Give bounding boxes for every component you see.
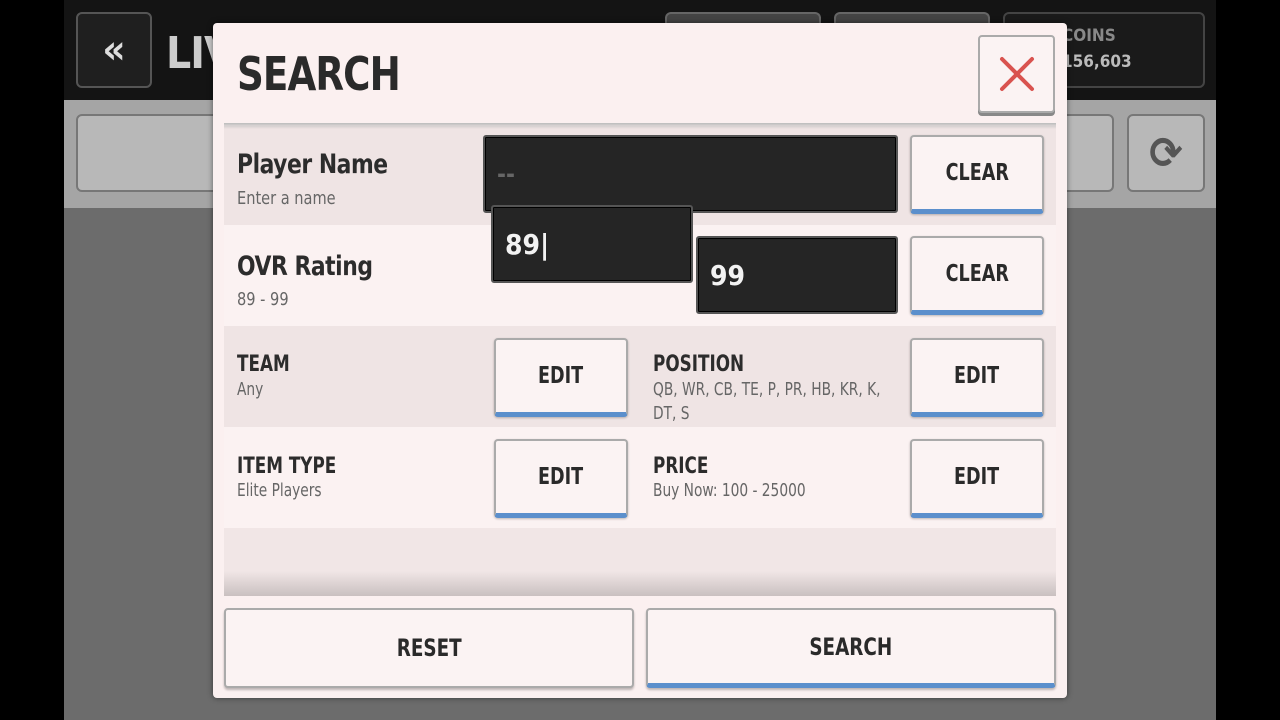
ovr-max-input[interactable]: 99	[696, 236, 898, 314]
ovr-rating-range: 89 - 99	[237, 289, 289, 310]
ovr-min-input[interactable]: 89|	[491, 205, 693, 283]
divider	[224, 571, 1056, 596]
filter-button[interactable]	[1060, 114, 1114, 192]
filter-button[interactable]	[76, 114, 226, 192]
player-name-hint: Enter a name	[237, 188, 336, 209]
clear-player-name-button[interactable]: CLEAR	[910, 135, 1044, 214]
refresh-button[interactable]: ⟳	[1127, 114, 1205, 192]
price-value: Buy Now: 100 - 25000	[653, 480, 806, 501]
divider	[224, 123, 1056, 129]
close-icon	[999, 57, 1034, 91]
edit-position-button[interactable]: EDIT	[910, 338, 1044, 417]
price-label: PRICE	[653, 454, 709, 479]
item-type-label: ITEM TYPE	[237, 454, 337, 479]
double-chevron-left-icon: «	[102, 27, 126, 73]
coins-label: COINS	[1062, 26, 1116, 46]
ovr-rating-label: OVR Rating	[237, 251, 373, 282]
player-name-label: Player Name	[237, 149, 388, 180]
reset-button[interactable]: RESET	[224, 608, 634, 688]
clear-ovr-rating-button[interactable]: CLEAR	[910, 236, 1044, 315]
edit-team-button[interactable]: EDIT	[494, 338, 628, 417]
dialog-title: SEARCH	[237, 47, 401, 101]
close-button[interactable]	[978, 35, 1055, 113]
position-value: QB, WR, CB, TE, P, PR, HB, KR, K, DT, S	[653, 379, 881, 424]
coins-value: 156,603	[1062, 52, 1132, 72]
edit-item-type-button[interactable]: EDIT	[494, 439, 628, 518]
team-value: Any	[237, 379, 264, 400]
player-name-input[interactable]: --	[483, 135, 898, 213]
refresh-icon: ⟳	[1149, 127, 1183, 179]
item-type-value: Elite Players	[237, 480, 322, 501]
position-label: POSITION	[653, 352, 745, 377]
edit-price-button[interactable]: EDIT	[910, 439, 1044, 518]
back-button[interactable]: «	[76, 12, 152, 88]
search-dialog: SEARCH Player Name Enter a name -- CLEAR…	[213, 23, 1067, 698]
search-button[interactable]: SEARCH	[646, 608, 1056, 688]
team-label: TEAM	[237, 352, 290, 377]
